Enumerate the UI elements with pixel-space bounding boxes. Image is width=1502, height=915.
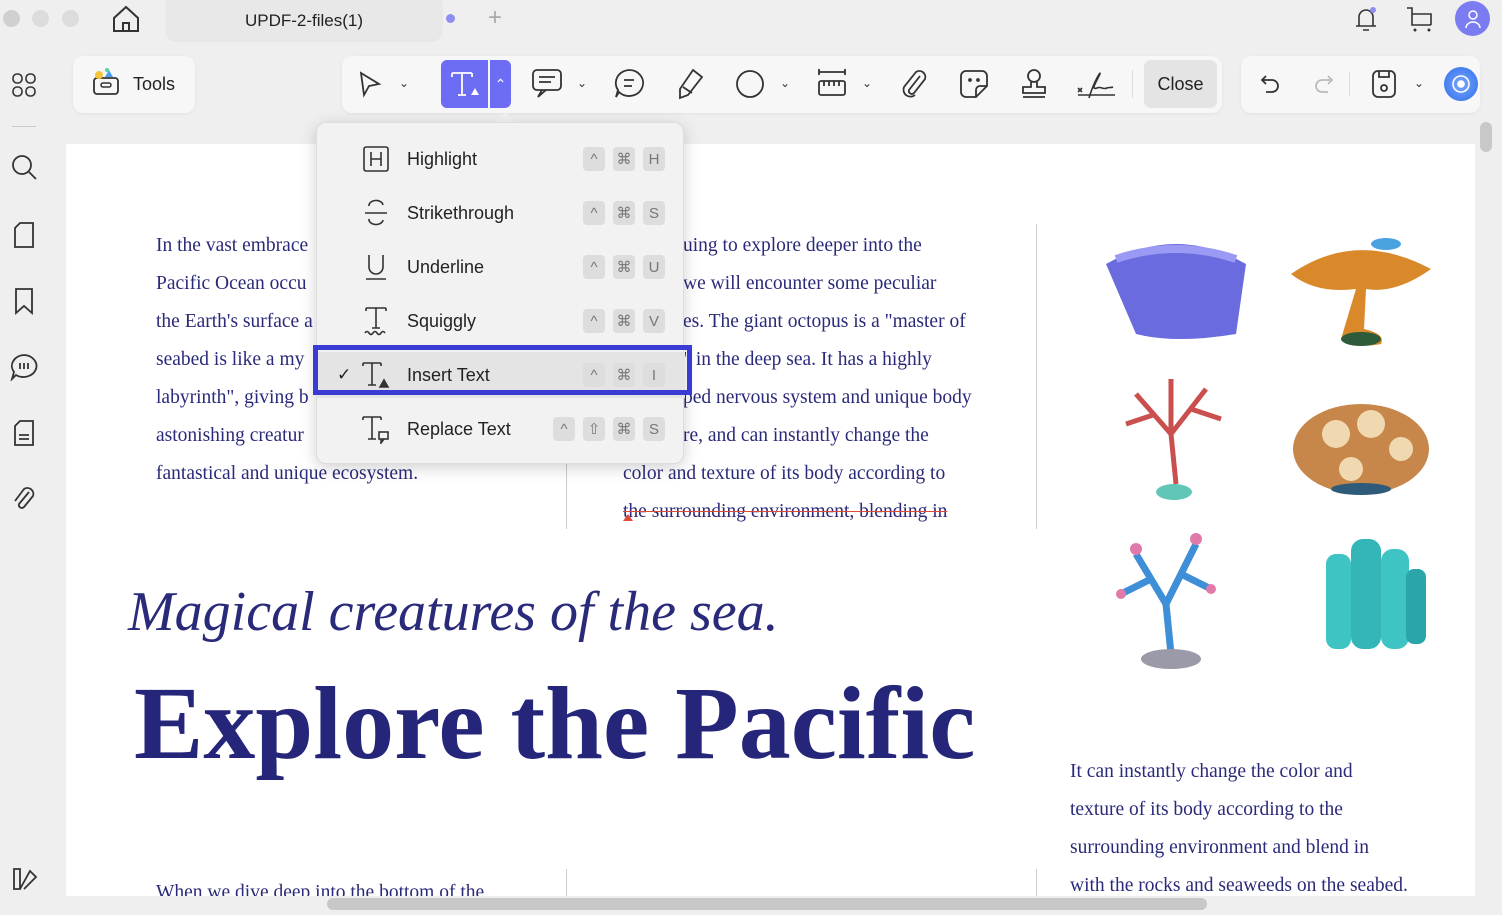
select-tool-icon[interactable]: [352, 66, 388, 102]
comment-tool-icon[interactable]: [529, 66, 565, 102]
close-button[interactable]: Close: [1144, 60, 1217, 108]
bookmark-icon[interactable]: [9, 286, 39, 316]
shortcut-key: H: [643, 147, 665, 171]
sidebar-divider: [12, 126, 36, 127]
shortcut-key: ⌘: [613, 147, 635, 171]
subtitle: Magical creatures of the sea.: [128, 581, 779, 643]
red-branch-coral-image: [1125, 379, 1222, 500]
pages-icon[interactable]: [9, 220, 39, 250]
shortcut-key: ^: [583, 309, 605, 333]
replace-text-icon: [361, 412, 391, 446]
chevron-down-icon[interactable]: ⌄: [577, 76, 587, 90]
search-icon[interactable]: [9, 152, 39, 182]
sticker-tool-icon[interactable]: [956, 66, 992, 102]
shortcut-key: ⇧: [583, 417, 605, 441]
text-line: with the rocks and seaweeds on the seabe…: [1070, 875, 1408, 896]
chevron-up-icon[interactable]: ⌃: [490, 60, 511, 108]
shortcut-key: S: [643, 201, 665, 225]
plate-coral-image: [1293, 404, 1429, 495]
underline-icon: [361, 250, 391, 284]
stamp-tool-icon[interactable]: [1016, 66, 1052, 102]
document-tab[interactable]: UPDF-2-files(1): [165, 0, 443, 42]
pencil-tool-icon[interactable]: [672, 66, 708, 102]
menu-item-strikethrough[interactable]: Strikethrough ^ ⌘ S: [317, 190, 685, 236]
save-icon[interactable]: [1366, 66, 1402, 102]
selection-highlight-box: [313, 345, 692, 395]
text-line: texture of its body according to the: [1070, 799, 1343, 820]
strikethrough-icon: [361, 196, 391, 230]
orange-tree-coral-image: [1291, 238, 1431, 346]
column-divider: [566, 869, 567, 896]
strikethrough-text[interactable]: the surrounding environment, blending in: [623, 493, 972, 531]
signature-tool-icon[interactable]: [1074, 66, 1118, 102]
left-sidebar: [0, 50, 50, 915]
toolbar-divider: [1349, 72, 1350, 96]
tools-button[interactable]: Tools: [73, 56, 195, 113]
highlight-icon: [361, 142, 391, 176]
new-tab-button[interactable]: +: [488, 4, 502, 32]
vertical-scrollbar[interactable]: [1480, 122, 1492, 152]
blue-pink-coral-image: [1116, 533, 1216, 669]
text-line: surrounding environment and blend in: [1070, 837, 1369, 858]
shortcut-key: S: [643, 417, 665, 441]
squiggly-icon: [361, 304, 391, 338]
shortcut-key: U: [643, 255, 665, 279]
menu-item-replace-text[interactable]: Replace Text ^ ⇧ ⌘ S: [317, 406, 685, 452]
attachment-tool-icon[interactable]: [897, 66, 933, 102]
shortcut-key: ^: [553, 417, 575, 441]
document-icon[interactable]: [9, 418, 39, 448]
note-tool-icon[interactable]: [611, 66, 647, 102]
column-divider: [1036, 869, 1037, 896]
turquoise-tube-coral-image: [1326, 539, 1426, 649]
document-page[interactable]: In the vast embrace Pacific Ocean occu t…: [66, 144, 1475, 896]
tab-title: UPDF-2-files(1): [244, 11, 364, 30]
tools-label: Tools: [133, 74, 176, 94]
user-avatar[interactable]: [1455, 1, 1490, 36]
shortcut-key: ^: [583, 255, 605, 279]
shortcut-key: ⌘: [613, 255, 635, 279]
attachment-icon[interactable]: [9, 484, 39, 514]
menu-item-underline[interactable]: Underline ^ ⌘ U: [317, 244, 685, 290]
shortcut-key: ^: [583, 147, 605, 171]
menu-item-highlight[interactable]: Highlight ^ ⌘ H: [317, 136, 685, 182]
undo-icon[interactable]: [1252, 66, 1288, 102]
shortcut-key: ⌘: [613, 309, 635, 333]
text-markup-tool-button[interactable]: [441, 60, 488, 108]
ai-assistant-icon[interactable]: [1444, 67, 1478, 101]
home-icon[interactable]: [110, 3, 142, 40]
shape-tool-icon[interactable]: [732, 66, 768, 102]
window-zoom-button[interactable]: [62, 10, 79, 27]
menu-item-squiggly[interactable]: Squiggly ^ ⌘ V: [317, 298, 685, 344]
text-line: When we dive deep into the bottom of the: [156, 882, 485, 896]
chevron-down-icon[interactable]: ⌄: [780, 76, 790, 90]
coral-images[interactable]: [1096, 234, 1441, 684]
text-markup-menu: Highlight ^ ⌘ H Strikethrough ^ ⌘ S Unde…: [316, 122, 685, 464]
measure-tool-icon[interactable]: [814, 66, 850, 102]
shortcut-key: ⌘: [613, 417, 635, 441]
shortcut-key: ^: [583, 201, 605, 225]
bell-icon[interactable]: [1352, 4, 1380, 39]
cart-icon[interactable]: [1405, 5, 1435, 38]
title: Explore the Pacific: [134, 666, 976, 781]
shortcut-key: ⌘: [613, 201, 635, 225]
column-divider: [1036, 224, 1037, 529]
tools-icon: [91, 67, 121, 102]
chevron-down-icon[interactable]: ⌄: [862, 76, 872, 90]
text-column-3: It can instantly change the color and te…: [1070, 753, 1408, 896]
window-minimize-button[interactable]: [32, 10, 49, 27]
redo-icon[interactable]: [1306, 66, 1342, 102]
insert-caret-icon: [623, 514, 633, 521]
comments-icon[interactable]: [9, 352, 39, 382]
chevron-down-icon[interactable]: ⌄: [1414, 76, 1424, 90]
window-close-button[interactable]: [3, 10, 20, 27]
purple-anemone-image: [1106, 244, 1246, 339]
sidebar-toggle-icon[interactable]: [9, 864, 39, 894]
toolbar-divider: [1132, 70, 1133, 98]
chevron-down-icon[interactable]: ⌄: [399, 76, 409, 90]
text-line: It can instantly change the color and: [1070, 761, 1353, 782]
shortcut-key: V: [643, 309, 665, 333]
horizontal-scrollbar[interactable]: [327, 898, 1207, 910]
unsaved-dot-icon: [446, 14, 455, 23]
thumbnails-icon[interactable]: [9, 70, 39, 100]
